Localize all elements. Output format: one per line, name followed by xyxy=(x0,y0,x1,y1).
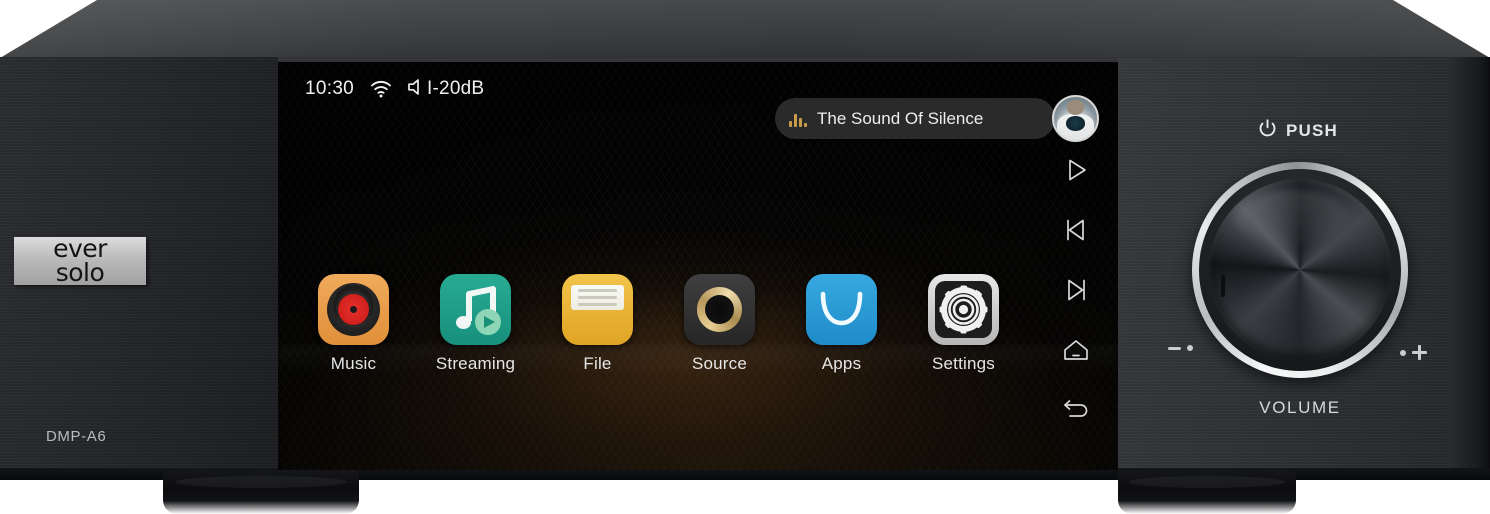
equalizer-bars-icon xyxy=(789,111,807,127)
volume-knob[interactable] xyxy=(1192,162,1408,378)
audio-jack-icon xyxy=(684,274,755,345)
rubber-foot-right xyxy=(1118,470,1296,514)
home-icon[interactable] xyxy=(1061,335,1091,365)
push-label: PUSH xyxy=(1286,121,1339,140)
screen-side-nav xyxy=(1052,155,1100,425)
app-tile-apps[interactable]: Apps xyxy=(794,274,889,374)
power-push-group[interactable]: PUSH xyxy=(1258,119,1338,143)
device-front-view: ever solo DMP-A6 10:30 I-20dB Music Stre… xyxy=(0,0,1490,514)
volume-label: VOLUME xyxy=(1259,398,1341,417)
minus-dash-icon xyxy=(1168,346,1181,350)
rubber-foot-left xyxy=(163,470,359,514)
app-label: Music xyxy=(330,354,377,373)
volume-level: I-20dB xyxy=(427,78,485,99)
minus-indicator xyxy=(1168,345,1193,351)
volume-indicator: I-20dB xyxy=(406,77,484,102)
now-playing-title: The Sound Of Silence xyxy=(817,108,984,128)
brand-name-line2: solo xyxy=(55,258,105,287)
plus-sign-icon xyxy=(1412,345,1427,360)
album-art-avatar[interactable] xyxy=(1052,95,1099,142)
gear-icon xyxy=(928,274,999,345)
knob-position-notch xyxy=(1221,275,1225,297)
plus-dot-icon xyxy=(1400,349,1406,356)
chassis-top-panel xyxy=(0,0,1490,60)
app-tile-file[interactable]: File xyxy=(550,274,645,374)
speaker-icon xyxy=(406,77,426,102)
chassis-top-sheen xyxy=(0,0,1490,60)
play-icon[interactable] xyxy=(1061,155,1091,185)
chassis-right-edge xyxy=(1449,57,1490,477)
power-icon xyxy=(1258,119,1277,143)
app-label: Apps xyxy=(821,354,862,373)
minus-dot-icon xyxy=(1187,345,1193,351)
app-grid: Music Streaming File Source Apps Setting… xyxy=(278,274,1118,374)
app-tile-music[interactable]: Music xyxy=(306,274,401,374)
knob-face xyxy=(1209,179,1391,361)
app-label: Streaming xyxy=(435,354,516,373)
model-name: DMP-A6 xyxy=(46,428,107,445)
app-label: Source xyxy=(691,354,748,373)
plus-indicator xyxy=(1400,345,1427,360)
app-tile-settings[interactable]: Settings xyxy=(916,274,1011,374)
clock: 10:30 xyxy=(305,78,355,99)
next-icon[interactable] xyxy=(1061,275,1091,305)
app-label: Settings xyxy=(931,354,996,373)
app-tile-source[interactable]: Source xyxy=(672,274,767,374)
back-icon[interactable] xyxy=(1061,395,1091,425)
shopping-bag-icon xyxy=(806,274,877,345)
app-label: File xyxy=(583,354,612,373)
previous-icon[interactable] xyxy=(1061,215,1091,245)
app-tile-streaming[interactable]: Streaming xyxy=(428,274,523,374)
wifi-icon xyxy=(370,80,392,98)
file-folder-icon xyxy=(562,274,633,345)
now-playing-pill[interactable]: The Sound Of Silence xyxy=(775,98,1055,139)
brand-logo-badge: ever solo xyxy=(14,236,146,287)
music-note-play-icon xyxy=(440,274,511,345)
vinyl-record-icon xyxy=(318,274,389,345)
